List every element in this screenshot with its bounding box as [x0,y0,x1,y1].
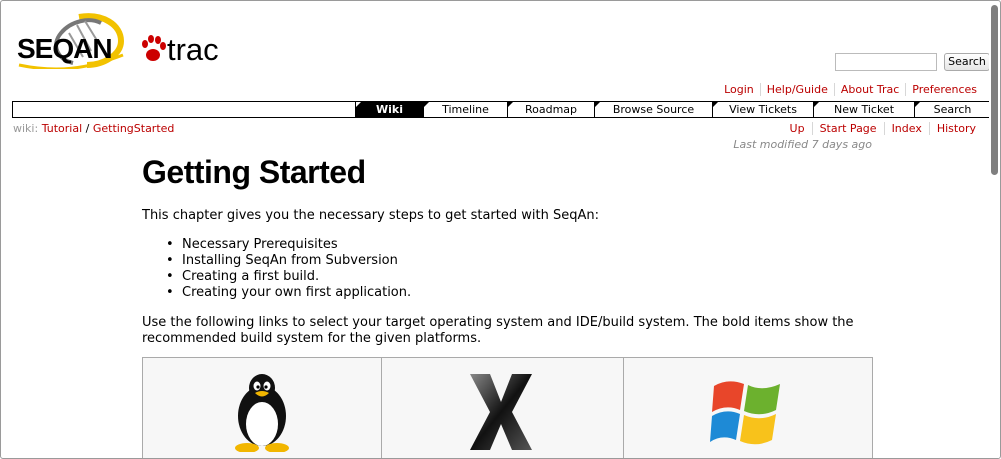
search-button[interactable]: Search [944,53,990,71]
nav-corner-icon [424,102,429,107]
platform-table [142,357,873,458]
context-nav: Up Start Page Index History [783,122,983,135]
about-trac-link[interactable]: About Trac [833,83,905,96]
last-modified[interactable]: Last modified 7 days ago [733,138,872,151]
intro-text: This chapter gives you the necessary ste… [142,208,599,223]
page-title: Getting Started [142,154,366,190]
nav-tab-search[interactable]: Search [914,102,990,117]
steps-list: Necessary Prerequisites Installing SeqAn… [166,237,411,301]
nav-tab-roadmap[interactable]: Roadmap [507,102,594,117]
nav-tab-timeline[interactable]: Timeline [423,102,507,117]
breadcrumb: wiki: Tutorial / GettingStarted [13,122,174,135]
up-link[interactable]: Up [783,122,812,135]
logo-trac-text: trac [167,32,219,67]
start-page-link[interactable]: Start Page [811,122,884,135]
nav-corner-icon [915,102,920,107]
vertical-scrollbar[interactable] [989,2,999,458]
nav-tab-view-tickets[interactable]: View Tickets [712,102,813,117]
logo-seqan-text: SEQAN [17,33,113,64]
search-input[interactable] [835,53,937,71]
help-guide-link[interactable]: Help/Guide [759,83,834,96]
scrollbar-thumb[interactable] [991,5,998,175]
nav-corner-icon [814,102,819,107]
linux-cell[interactable] [143,358,381,458]
nav-corner-icon [508,102,513,107]
main-nav: Wiki Timeline Roadmap Browse Source View… [12,101,991,118]
windows-logo-icon [710,381,780,445]
preferences-link[interactable]: Preferences [905,83,983,96]
nav-tab-new-ticket[interactable]: New Ticket [813,102,914,117]
meta-nav: Login Help/Guide About Trac Preferences [718,83,983,96]
list-item: Necessary Prerequisites [166,237,411,253]
breadcrumb-tutorial-link[interactable]: Tutorial [42,122,82,135]
browser-page: SEQAN trac Search Login Help/Guide About… [0,0,1001,459]
list-item: Installing SeqAn from Subversion [166,253,411,269]
nav-corner-icon [713,102,718,107]
nav-corner-icon [356,102,361,107]
index-link[interactable]: Index [883,122,929,135]
windows-cell[interactable] [623,358,872,458]
breadcrumb-current-link[interactable]: GettingStarted [93,122,175,135]
mac-os-x-cell[interactable] [381,358,623,458]
nav-corner-icon [595,102,600,107]
breadcrumb-separator: / [82,122,93,135]
seqan-trac-logo[interactable]: SEQAN trac [17,11,231,69]
nav-tab-wiki[interactable]: Wiki [355,102,423,117]
login-link[interactable]: Login [718,83,760,96]
list-item: Creating a first build. [166,269,411,285]
history-link[interactable]: History [928,122,983,135]
platform-paragraph: Use the following links to select your t… [142,315,854,346]
list-item: Creating your own first application. [166,285,411,301]
linux-tux-icon [235,374,289,452]
mac-os-x-icon [470,374,532,450]
breadcrumb-prefix: wiki: [13,122,39,135]
nav-tab-browse-source[interactable]: Browse Source [594,102,712,117]
